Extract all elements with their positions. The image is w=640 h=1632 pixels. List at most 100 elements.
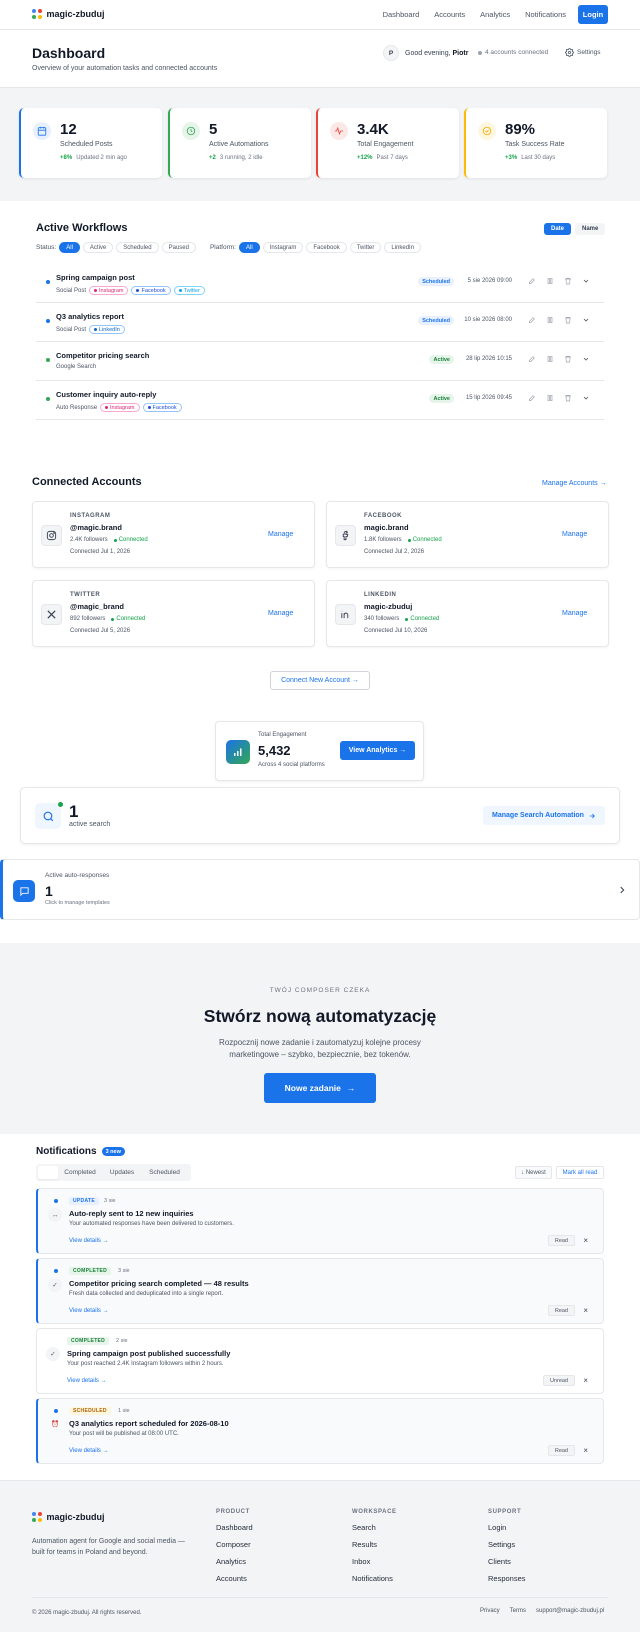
footer-link[interactable]: Analytics xyxy=(216,1557,253,1566)
sort-date-button[interactable]: Date xyxy=(544,223,572,235)
mark-read-button[interactable]: Read xyxy=(547,1445,575,1456)
close-icon[interactable]: × xyxy=(583,1236,588,1245)
pause-icon[interactable] xyxy=(544,353,555,364)
sort-name-button[interactable]: Name xyxy=(575,223,606,235)
mark-read-button[interactable]: Read xyxy=(547,1305,575,1316)
platform-filter-instagram[interactable]: Instagram xyxy=(262,242,304,253)
workflow-row[interactable]: Competitor pricing search Google Search … xyxy=(36,342,604,381)
footer-logo[interactable]: magic-zbuduj xyxy=(32,1512,105,1522)
platform-filter-facebook[interactable]: Facebook xyxy=(306,242,347,253)
manage-account-button[interactable]: Manage xyxy=(562,531,587,538)
view-details-link[interactable]: View details → xyxy=(69,1308,109,1314)
account-handle: magic.brand xyxy=(364,523,409,532)
auto-responses-card[interactable]: Active auto-responses 1 Click to manage … xyxy=(0,859,640,920)
notification-title: Q3 analytics report scheduled for 2026-0… xyxy=(69,1419,229,1428)
tab-completed[interactable]: Completed xyxy=(58,1166,102,1179)
footer-link[interactable]: Login xyxy=(488,1523,526,1532)
status-filter-scheduled[interactable]: Scheduled xyxy=(116,242,159,253)
footer-link[interactable]: Dashboard xyxy=(216,1523,253,1532)
arrow-right-icon: → xyxy=(346,1083,356,1093)
manage-account-button[interactable]: Manage xyxy=(268,531,293,538)
stat-card-task-success-rate[interactable]: 89% Task Success Rate +3% Last 30 days xyxy=(464,108,607,178)
platform-filter-twitter[interactable]: Twitter xyxy=(349,242,382,253)
workflow-meta: Auto Response Instagram Facebook xyxy=(56,403,182,412)
platform-filter-all[interactable]: All xyxy=(238,242,260,253)
trash-icon[interactable] xyxy=(562,314,573,325)
chevron-down-icon[interactable] xyxy=(580,353,591,364)
terms-link[interactable]: Terms xyxy=(510,1608,526,1614)
platform-filter-linkedin[interactable]: LinkedIn xyxy=(384,242,422,253)
footer-link[interactable]: Search xyxy=(352,1523,397,1532)
footer-legal-links: Privacy Terms support@magic-zbuduj.pl xyxy=(480,1608,604,1614)
status-filter-all[interactable]: All xyxy=(59,242,80,253)
manage-search-automation-button[interactable]: Manage Search Automation xyxy=(483,806,605,825)
stat-value: 5 xyxy=(209,121,218,138)
close-icon[interactable]: × xyxy=(583,1306,588,1315)
close-icon[interactable]: × xyxy=(583,1376,588,1385)
footer-link[interactable]: Notifications xyxy=(352,1574,397,1583)
notification-item[interactable]: ✓ COMPLETED 2 sie Spring campaign post p… xyxy=(36,1328,604,1394)
new-task-button[interactable]: Nowe zadanie → xyxy=(264,1073,376,1103)
footer-link[interactable]: Inbox xyxy=(352,1557,397,1566)
nav-accounts[interactable]: Accounts xyxy=(434,10,465,19)
settings-button[interactable]: Settings xyxy=(565,48,601,57)
footer-link[interactable]: Accounts xyxy=(216,1574,253,1583)
notification-item[interactable]: ✓ COMPLETED 3 sie Competitor pricing sea… xyxy=(36,1258,604,1324)
mark-unread-button[interactable]: Unread xyxy=(542,1375,575,1386)
login-button[interactable]: Login xyxy=(578,5,608,24)
pause-icon[interactable] xyxy=(544,275,555,286)
stat-card-scheduled-posts[interactable]: 12 Scheduled Posts +8% Updated 2 min ago xyxy=(19,108,162,178)
nav-dashboard[interactable]: Dashboard xyxy=(383,10,420,19)
stat-card-active-automations[interactable]: 5 Active Automations +2 3 running, 2 idle xyxy=(168,108,311,178)
view-details-link[interactable]: View details → xyxy=(69,1238,109,1244)
tab-all[interactable] xyxy=(38,1166,58,1179)
status-filter-active[interactable]: Active xyxy=(82,242,114,253)
footer-link[interactable]: Clients xyxy=(488,1557,526,1566)
notification-item[interactable]: ↔ UPDATE 3 sie Auto-reply sent to 12 new… xyxy=(36,1188,604,1254)
support-email-link[interactable]: support@magic-zbuduj.pl xyxy=(536,1608,604,1614)
accounts-connected-status: 4 accounts connected xyxy=(478,49,548,56)
workflow-row[interactable]: Q3 analytics report Social Post LinkedIn… xyxy=(36,303,604,342)
status-filter-paused[interactable]: Paused xyxy=(161,242,196,253)
view-details-link[interactable]: View details → xyxy=(67,1378,107,1384)
edit-icon[interactable] xyxy=(526,353,537,364)
brand-logo[interactable]: magic-zbuduj xyxy=(32,9,105,19)
close-icon[interactable]: × xyxy=(583,1446,588,1455)
tab-scheduled[interactable]: Scheduled xyxy=(142,1166,187,1179)
footer-link[interactable]: Composer xyxy=(216,1540,253,1549)
avatar[interactable]: P xyxy=(383,45,399,61)
tab-updates[interactable]: Updates xyxy=(102,1166,142,1179)
pause-icon[interactable] xyxy=(544,314,555,325)
edit-icon[interactable] xyxy=(526,275,537,286)
edit-icon[interactable] xyxy=(526,392,537,403)
connect-new-account-button[interactable]: Connect New Account → xyxy=(270,671,370,690)
chevron-down-icon[interactable] xyxy=(580,314,591,325)
footer-link[interactable]: Settings xyxy=(488,1540,526,1549)
manage-account-button[interactable]: Manage xyxy=(268,610,293,617)
stat-card-total-engagement[interactable]: 3.4K Total Engagement +12% Past 7 days xyxy=(316,108,459,178)
nav-analytics[interactable]: Analytics xyxy=(480,10,510,19)
mark-all-read-button[interactable]: Mark all read xyxy=(556,1166,604,1179)
view-analytics-button[interactable]: View Analytics → xyxy=(340,741,415,760)
workflow-row[interactable]: Customer inquiry auto-reply Auto Respons… xyxy=(36,381,604,420)
edit-icon[interactable] xyxy=(526,314,537,325)
chevron-down-icon[interactable] xyxy=(580,275,591,286)
manage-accounts-link[interactable]: Manage Accounts → xyxy=(542,480,607,487)
sort-newest-button[interactable]: ↓ Newest xyxy=(515,1166,552,1179)
account-stats: 1.8K followers Connected xyxy=(364,537,442,543)
mark-read-button[interactable]: Read xyxy=(547,1235,575,1246)
trash-icon[interactable] xyxy=(562,275,573,286)
workflow-row[interactable]: Spring campaign post Social Post Instagr… xyxy=(36,264,604,303)
trash-icon[interactable] xyxy=(562,392,573,403)
platform-tag-facebook: Facebook xyxy=(142,403,182,412)
manage-account-button[interactable]: Manage xyxy=(562,610,587,617)
privacy-link[interactable]: Privacy xyxy=(480,1608,500,1614)
nav-notifications[interactable]: Notifications xyxy=(525,10,566,19)
view-details-link[interactable]: View details → xyxy=(69,1448,109,1454)
trash-icon[interactable] xyxy=(562,353,573,364)
pause-icon[interactable] xyxy=(544,392,555,403)
chevron-down-icon[interactable] xyxy=(580,392,591,403)
footer-link[interactable]: Results xyxy=(352,1540,397,1549)
footer-link[interactable]: Responses xyxy=(488,1574,526,1583)
notification-item[interactable]: ⏰ SCHEDULED 1 sie Q3 analytics report sc… xyxy=(36,1398,604,1464)
